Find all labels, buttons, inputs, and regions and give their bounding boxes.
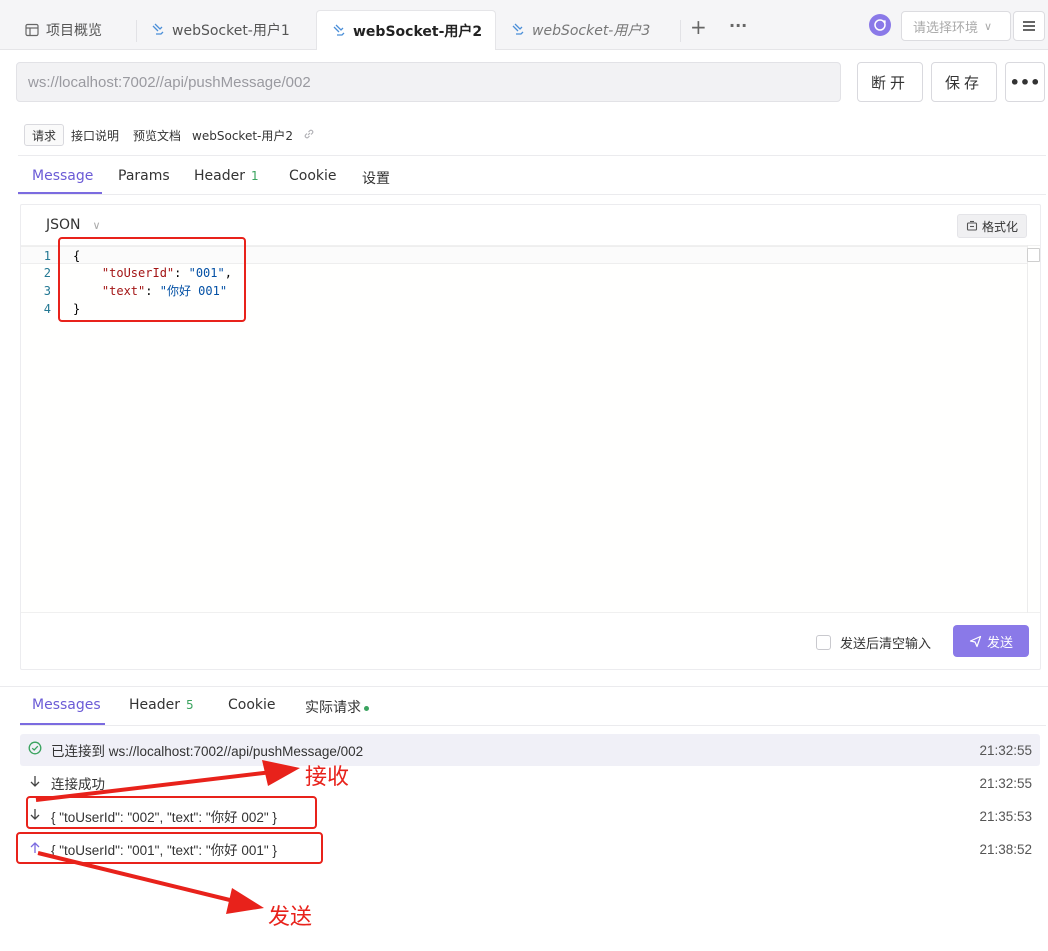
body-format-select[interactable]: JSON ∨: [46, 217, 101, 233]
url-value: ws://localhost:7002//api/pushMessage/002: [28, 73, 311, 91]
divider: [18, 155, 1046, 156]
send-icon: [969, 635, 982, 647]
env-select[interactable]: 请选择环境 ∨: [901, 11, 1011, 41]
message-time: 21:38:52: [979, 841, 1032, 857]
tab-divider: [680, 20, 681, 42]
tab-project-overview[interactable]: 项目概览: [10, 10, 136, 50]
add-tab-button[interactable]: +: [690, 17, 707, 37]
tab-settings[interactable]: 设置: [362, 168, 390, 188]
line-number: 2: [43, 266, 51, 280]
send-button[interactable]: 发送: [953, 625, 1029, 657]
tab-response-cookie[interactable]: Cookie: [228, 697, 276, 713]
divider: [18, 194, 1046, 195]
websocket-icon: [512, 23, 524, 35]
hamburger-icon: [1023, 21, 1035, 31]
editor-scrollbar[interactable]: [1027, 245, 1040, 613]
annotation-box-sent: [16, 832, 323, 864]
tab-label: webSocket-用户1: [172, 23, 290, 39]
websocket-icon: [333, 24, 345, 36]
tab-message[interactable]: Message: [32, 168, 93, 184]
more-tabs-button[interactable]: ···: [729, 16, 747, 36]
tab-label: 项目概览: [46, 23, 102, 39]
tab-response-header-label: Header: [129, 697, 180, 713]
tab-label: webSocket-用户3: [532, 23, 651, 39]
chevron-down-icon: ∨: [92, 218, 101, 232]
env-placeholder: 请选择环境: [913, 20, 979, 36]
message-row-connected[interactable]: 已连接到 ws://localhost:7002//api/pushMessag…: [20, 734, 1040, 766]
tab-header-label: Header: [194, 168, 245, 184]
message-row-received[interactable]: 连接成功 21:32:55: [20, 767, 1040, 799]
tab-header[interactable]: Header 1: [194, 168, 259, 184]
menu-button[interactable]: [1013, 11, 1045, 41]
url-input[interactable]: ws://localhost:7002//api/pushMessage/002: [16, 62, 841, 102]
tab-response-header[interactable]: Header 5: [129, 697, 194, 713]
api-name: webSocket-用户2: [192, 128, 293, 143]
subtab-preview-doc[interactable]: 预览文档: [126, 124, 188, 146]
doc-subtabs: 请求 接口说明 预览文档 webSocket-用户2: [24, 124, 315, 146]
tab-actual-request-label: 实际请求: [305, 700, 361, 716]
more-options-button[interactable]: •••: [1005, 62, 1045, 102]
line-number: 1: [43, 249, 51, 263]
chevron-down-icon: ∨: [984, 19, 993, 33]
message-text: 连接成功: [51, 777, 105, 792]
arrow-down-icon: [28, 775, 42, 792]
link-icon[interactable]: [303, 128, 315, 143]
annotation-box-json-body: [58, 237, 246, 322]
tab-websocket-user1[interactable]: webSocket-用户1: [136, 10, 314, 50]
header-count-badge: 1: [250, 169, 259, 183]
status-dot: [364, 705, 369, 711]
save-button[interactable]: 保存: [931, 62, 997, 102]
message-time: 21:35:53: [979, 808, 1032, 824]
tab-websocket-user2[interactable]: webSocket-用户2: [316, 10, 496, 50]
clear-after-send-checkbox[interactable]: [816, 635, 831, 650]
format-icon: [966, 220, 978, 231]
annotation-box-received: [26, 796, 317, 829]
annotation-label-send: 发送: [268, 905, 313, 930]
line-number: 3: [43, 284, 51, 298]
overview-icon: [25, 23, 39, 37]
tab-messages[interactable]: Messages: [32, 697, 101, 713]
send-label: 发送: [986, 635, 1013, 651]
body-format-value: JSON: [46, 217, 81, 233]
check-circle-icon: [28, 741, 42, 759]
tab-params[interactable]: Params: [118, 168, 170, 184]
message-time: 21:32:55: [979, 742, 1032, 758]
tab-label: webSocket-用户2: [353, 23, 483, 40]
tab-cookie[interactable]: Cookie: [289, 168, 337, 184]
disconnect-button[interactable]: 断开: [857, 62, 923, 102]
format-button-label: 格式化: [981, 219, 1018, 234]
tab-actual-request[interactable]: 实际请求: [305, 697, 369, 717]
divider: [20, 725, 1046, 726]
websocket-icon: [152, 23, 164, 35]
message-time: 21:32:55: [979, 775, 1032, 791]
editor-scrollbar-thumb[interactable]: [1027, 248, 1040, 262]
subtab-request[interactable]: 请求: [24, 124, 65, 146]
clear-after-send-label: 发送后清空输入: [840, 637, 932, 652]
response-header-count-badge: 5: [185, 698, 194, 712]
env-sync-icon[interactable]: [869, 14, 891, 36]
clear-after-send-option[interactable]: 发送后清空输入: [816, 633, 931, 652]
format-button[interactable]: 格式化: [956, 214, 1027, 238]
subtab-api-description[interactable]: 接口说明: [64, 124, 126, 146]
tab-websocket-user3[interactable]: webSocket-用户3: [496, 10, 676, 50]
annotation-label-receive: 接收: [305, 765, 350, 790]
message-text: 已连接到 ws://localhost:7002//api/pushMessag…: [51, 744, 364, 759]
line-number: 4: [43, 302, 51, 316]
